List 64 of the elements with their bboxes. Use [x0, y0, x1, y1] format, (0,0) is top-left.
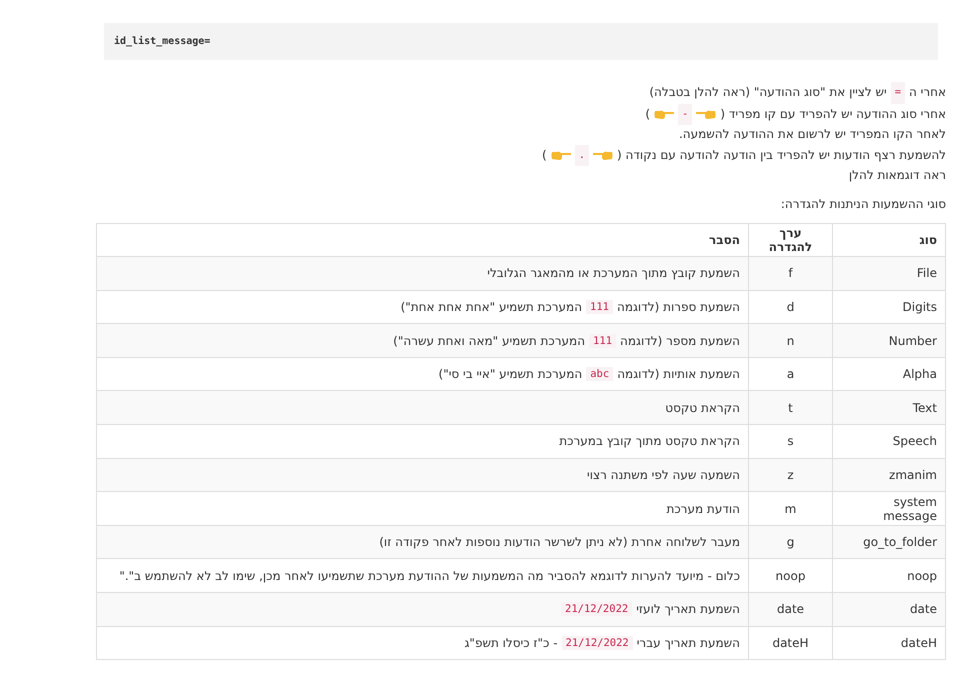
code-text: id_list_message=: [114, 36, 210, 47]
table-cell: z: [787, 468, 794, 482]
table-cell: המערכת תשמיע "אחת אחת אחת"): [400, 300, 582, 314]
table-cell: g: [786, 535, 794, 550]
table-cell: השמעת תאריך עברי: [636, 636, 740, 650]
table-cell: Text: [912, 400, 937, 415]
pointing-hand-icon: [593, 149, 614, 162]
instruction-text: להשמעת רצף הודעות יש להפריד בין הודעה להודעה עם נקודה (: [617, 146, 946, 164]
pointing-hand-icon: [696, 108, 716, 120]
table-cell: d: [786, 300, 794, 314]
table-cell: Number: [888, 334, 937, 348]
table-cell: f: [788, 266, 793, 280]
column-header: סוג: [832, 223, 946, 257]
inline-code: -: [678, 104, 692, 125]
table-cell: a: [786, 367, 794, 382]
table-cell: Speech: [892, 434, 937, 448]
table-cell: הקראת טקסט: [665, 400, 740, 415]
table-cell: File: [916, 266, 937, 280]
table-cell: - כ"ז כיסלו תשפ"ג: [464, 636, 558, 650]
table-cell: הקראת טקסט מתוך קובץ במערכת: [559, 434, 740, 448]
table-cell: m: [784, 502, 796, 516]
table-cell: zmanim: [889, 468, 937, 482]
table-cell: השמעת תאריך לועזי: [636, 602, 740, 616]
instruction-text: אחרי סוג ההודעה יש להפריד עם קו מפריד (: [720, 106, 946, 122]
table-cell: s: [787, 434, 794, 448]
table-cell: Digits: [902, 300, 937, 314]
table-cell: מעבר לשלוחה אחרת (לא ניתן לשרשר הודעות נוספות לאחר פקודה זו): [379, 535, 740, 550]
instruction-text: יש לציין את "סוג ההודעה" (ראה להלן בטבלה): [649, 84, 887, 101]
table-cell: noop: [776, 568, 806, 583]
table-cell: המערכת תשמיע "מאה ואחת עשרה"): [393, 334, 586, 348]
table-cell: noop: [907, 568, 937, 583]
table-cell: המערכת תשמיע "איי בי סי"): [438, 367, 582, 382]
table-caption: סוגי ההשמעות הניתנות להגדרה:: [780, 196, 946, 212]
table-cell: system message: [883, 494, 937, 523]
instruction-text: ): [542, 146, 547, 164]
instruction-text: אחרי ה: [909, 84, 946, 101]
table-cell: השמעת אותיות (לדוגמה: [617, 367, 740, 382]
pointing-hand-icon: [550, 149, 571, 162]
instruction-text: ראה דוגמאות להלן: [848, 167, 946, 184]
table-cell: השמעת קובץ מתוך המערכת או מהמאגר הגלובלי: [487, 266, 740, 280]
inline-code: 21/12/2022: [562, 636, 633, 650]
inline-code: .: [574, 144, 590, 166]
table-cell: date: [776, 602, 804, 616]
table-cell: t: [788, 400, 793, 415]
table-cell: כלום - מיועד להערות לדוגמא להסביר מה המשמעות של ההודעת מערכת שתשמיעו לאחר מכן, שימו לב לא להשתמש ב".": [119, 568, 740, 583]
table-cell: השמעה שעה לפי משתנה רצוי: [587, 468, 740, 482]
inline-code: abc: [586, 367, 614, 382]
instruction-text: ): [645, 106, 650, 122]
table-cell: השמעת מספר (לדוגמה: [620, 334, 740, 348]
table-cell: dateH: [900, 636, 937, 650]
column-header: הסבר: [96, 223, 748, 257]
inline-code: 21/12/2022: [561, 602, 632, 616]
table-cell: go_to_folder: [863, 535, 937, 550]
table-cell: n: [786, 334, 794, 348]
table-cell: date: [910, 602, 937, 616]
inline-code: =: [890, 82, 906, 104]
inline-code: 111: [589, 334, 616, 348]
instruction-text: לאחר הקו המפריד יש לרשום את ההודעה להשמעה.: [678, 126, 946, 143]
table-cell: השמעת ספרות (לדוגמה: [617, 300, 740, 314]
inline-code: 111: [586, 300, 613, 314]
table-cell: Alpha: [902, 367, 937, 382]
table-cell: הודעת מערכת: [666, 502, 740, 516]
pointing-hand-icon: [654, 108, 674, 120]
table-cell: dateH: [772, 636, 809, 650]
